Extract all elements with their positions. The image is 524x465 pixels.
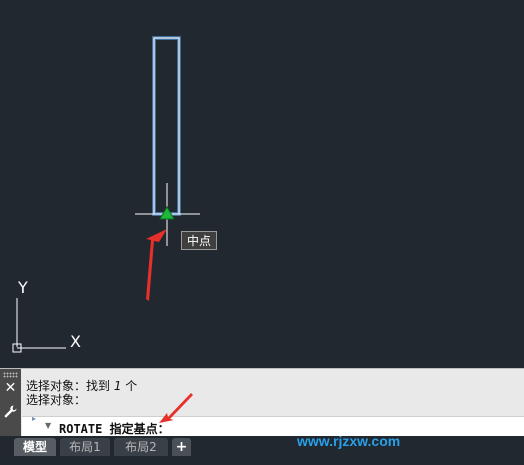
- close-icon[interactable]: ✕: [4, 381, 17, 395]
- canvas-graphics: [12, 36, 200, 353]
- ucs-icon: [12, 298, 66, 353]
- drawing-canvas[interactable]: Y X 中点: [0, 0, 524, 368]
- annotation-arrow-command: [159, 393, 193, 423]
- tab-layout2[interactable]: 布局2: [114, 438, 168, 456]
- grip-icon[interactable]: [3, 372, 18, 378]
- annotation-arrow-midpoint: [146, 229, 167, 301]
- add-tab-button[interactable]: +: [172, 438, 191, 456]
- ucs-y-label: Y: [18, 278, 28, 297]
- command-input[interactable]: ▸ ▼ ROTATE 指定基点：: [22, 414, 524, 438]
- history-line-1-suffix: 个: [121, 379, 138, 393]
- annotation-arrow-command-svg: [159, 393, 193, 423]
- layout-tabs-bar: 模型 布局1 布局2 +: [0, 436, 524, 465]
- cad-application: Y X 中点 ✕ 选择对象：找到 1 个 选择对象： ▸ ▼ ROTATE 指定…: [0, 0, 524, 465]
- history-line-1-prefix: 选择对象：找到: [26, 379, 114, 393]
- history-line-1: 选择对象：找到 1 个: [26, 379, 137, 393]
- snap-tooltip: 中点: [181, 231, 217, 250]
- watermark: www.rjzxw.com: [297, 433, 401, 449]
- ucs-x-label: X: [70, 332, 81, 351]
- wrench-icon[interactable]: [3, 404, 18, 419]
- history-line-2: 选择对象：: [26, 393, 87, 407]
- tab-layout1[interactable]: 布局1: [60, 438, 110, 456]
- command-line-handle[interactable]: ✕: [0, 369, 21, 437]
- tab-model[interactable]: 模型: [14, 438, 56, 456]
- chevron-down-icon[interactable]: ▼: [45, 421, 51, 430]
- command-history: 选择对象：找到 1 个 选择对象：: [26, 379, 137, 407]
- prompt-arrow-icon: ▸: [32, 414, 37, 423]
- command-line-window: ✕ 选择对象：找到 1 个 选择对象： ▸ ▼ ROTATE 指定基点：: [0, 368, 524, 438]
